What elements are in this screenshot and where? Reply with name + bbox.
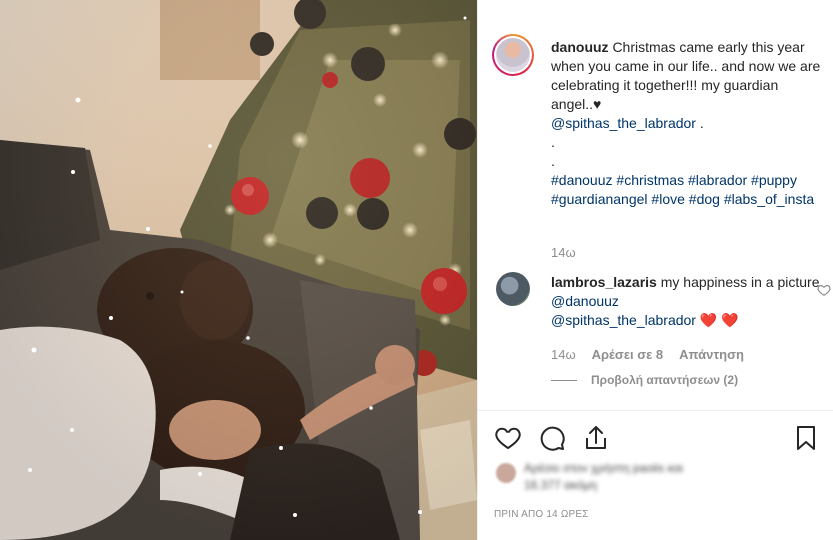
likes-text: Αρέσει στον χρήστη paoiis και 16.377 ακό… bbox=[524, 460, 724, 494]
view-replies-label: Προβολή απαντήσεων (2) bbox=[591, 373, 739, 387]
comment-mention[interactable]: @spithas_the_labrador bbox=[551, 312, 696, 328]
christmas-photo-illustration bbox=[0, 0, 477, 540]
caption-mention[interactable]: @spithas_the_labrador bbox=[551, 115, 696, 131]
action-bar bbox=[494, 424, 820, 452]
hashtag[interactable]: #love bbox=[651, 191, 684, 207]
comment-text: lambros_lazaris my happiness in a pictur… bbox=[551, 273, 821, 330]
hashtag[interactable]: #labrador bbox=[688, 172, 747, 188]
comment-icon[interactable] bbox=[538, 424, 566, 452]
avatar-image bbox=[496, 38, 530, 72]
replies-dash bbox=[551, 379, 577, 381]
view-replies-button[interactable]: Προβολή απαντήσεων (2) bbox=[551, 373, 738, 387]
caption-dot-2: . bbox=[551, 153, 555, 169]
hashtag-list: #danouuz #christmas #labrador #puppy #gu… bbox=[551, 171, 821, 209]
caption-text: danouuz Christmas came early this year w… bbox=[551, 38, 821, 209]
hashtag[interactable]: #dog bbox=[689, 191, 720, 207]
post-photo[interactable] bbox=[0, 0, 477, 540]
hashtag[interactable]: #guardianangel bbox=[551, 191, 648, 207]
commenter-avatar[interactable] bbox=[496, 272, 530, 306]
likes-line-1: Αρέσει στον χρήστη paoiis και bbox=[524, 461, 684, 475]
caption-timestamp[interactable]: 14ω bbox=[551, 245, 576, 260]
caption-mention-suffix: . bbox=[695, 115, 704, 131]
caption-dot-1: . bbox=[551, 134, 555, 150]
hashtag[interactable]: #puppy bbox=[751, 172, 797, 188]
comment-likes-count[interactable]: Αρέσει σε 8 bbox=[592, 347, 664, 362]
like-comment-heart-icon[interactable] bbox=[817, 283, 831, 297]
liker-avatar bbox=[496, 463, 516, 483]
comment-mention[interactable]: @danouuz bbox=[551, 293, 619, 309]
post-timestamp[interactable]: ΠΡΙΝ ΑΠΟ 14 ΩΡΕΣ bbox=[494, 509, 589, 520]
comment-meta: 14ω Αρέσει σε 8 Απάντηση bbox=[551, 347, 744, 362]
avatar[interactable] bbox=[492, 34, 534, 76]
hashtag[interactable]: #labs_of_insta bbox=[724, 191, 814, 207]
hashtag[interactable]: #danouuz bbox=[551, 172, 613, 188]
hashtag[interactable]: #christmas bbox=[616, 172, 684, 188]
comment-timestamp[interactable]: 14ω bbox=[551, 347, 576, 362]
heart-icon[interactable] bbox=[494, 424, 522, 452]
comment-username[interactable]: lambros_lazaris bbox=[551, 274, 657, 290]
reply-button[interactable]: Απάντηση bbox=[679, 347, 744, 362]
heart-emoji: ❤️ ❤️ bbox=[699, 312, 739, 328]
instagram-post-view: danouuz Christmas came early this year w… bbox=[0, 0, 833, 540]
comment-body: my happiness in a picture bbox=[660, 274, 820, 290]
likes-line-2: 16.377 ακόμη bbox=[524, 478, 598, 492]
post-side-panel: danouuz Christmas came early this year w… bbox=[477, 0, 833, 540]
caption-username[interactable]: danouuz bbox=[551, 39, 609, 55]
bookmark-icon[interactable] bbox=[792, 424, 820, 452]
share-icon[interactable] bbox=[582, 424, 610, 452]
divider bbox=[478, 410, 833, 411]
